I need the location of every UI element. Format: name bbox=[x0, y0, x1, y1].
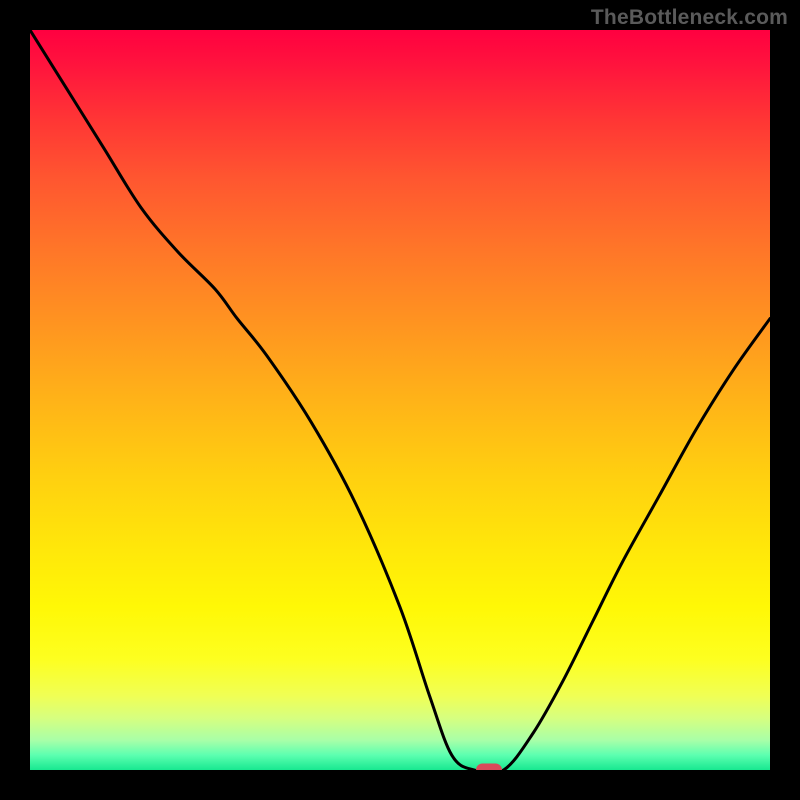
chart-container: TheBottleneck.com bbox=[0, 0, 800, 800]
bottleneck-curve-path bbox=[30, 30, 770, 770]
minimum-marker bbox=[476, 764, 502, 771]
curve-svg bbox=[30, 30, 770, 770]
watermark-text: TheBottleneck.com bbox=[591, 6, 788, 30]
plot-area bbox=[30, 30, 770, 770]
